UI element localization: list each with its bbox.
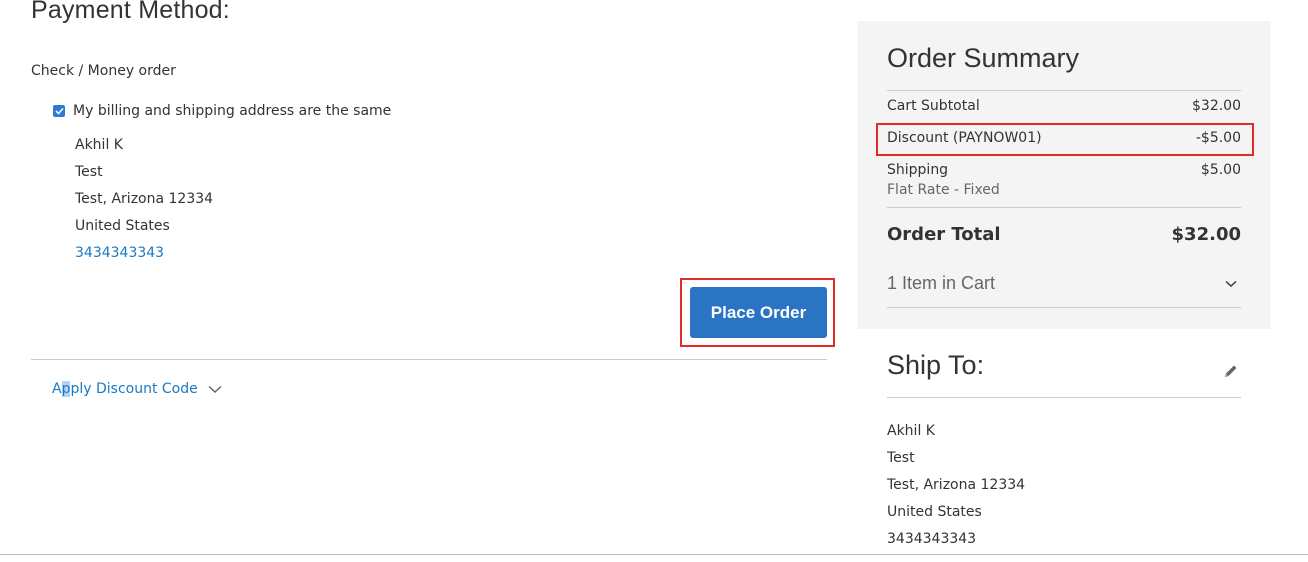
- ship-to-title: Ship To:: [887, 350, 985, 380]
- billing-country: United States: [75, 218, 170, 234]
- payment-method-label: Check / Money order: [31, 63, 176, 79]
- cart-subtotal-row: Cart Subtotal $32.00: [887, 98, 1241, 114]
- order-summary-title: Order Summary: [887, 43, 1080, 73]
- billing-phone-link[interactable]: 3434343343: [75, 245, 164, 261]
- ship-name: Akhil K: [887, 423, 935, 439]
- ship-street: Test: [887, 450, 915, 466]
- divider: [887, 207, 1241, 208]
- order-total-row: Order Total $32.00: [887, 224, 1241, 245]
- row-label: Cart Subtotal: [887, 98, 980, 114]
- billing-name: Akhil K: [75, 137, 123, 153]
- label-part: ply Discount Code: [70, 381, 198, 397]
- place-order-button[interactable]: Place Order: [690, 287, 827, 338]
- billing-city-region-zip: Test, Arizona 12334: [75, 191, 214, 207]
- payment-method-title: Payment Method:: [31, 0, 230, 24]
- chevron-down-icon: [208, 385, 222, 393]
- divider: [887, 307, 1241, 308]
- apply-discount-code-toggle[interactable]: Apply Discount Code: [52, 381, 222, 397]
- edit-shipping-button[interactable]: [1223, 363, 1239, 383]
- divider: [887, 90, 1241, 91]
- order-total-label: Order Total: [887, 224, 1001, 245]
- order-total-value: $32.00: [1171, 224, 1241, 245]
- divider: [31, 359, 827, 360]
- same-address-checkbox-row[interactable]: My billing and shipping address are the …: [53, 103, 391, 119]
- ship-country: United States: [887, 504, 982, 520]
- shipping-method-row: Flat Rate - Fixed: [887, 182, 1241, 198]
- check-icon: [54, 107, 64, 115]
- divider: [887, 397, 1241, 398]
- shipping-method: Flat Rate - Fixed: [887, 182, 1000, 198]
- ship-city-region-zip: Test, Arizona 12334: [887, 477, 1026, 493]
- billing-street: Test: [75, 164, 103, 180]
- shipping-row: Shipping $5.00: [887, 162, 1241, 178]
- chevron-down-icon: [1225, 280, 1237, 287]
- same-address-checkbox[interactable]: [53, 105, 65, 117]
- row-label: Shipping: [887, 162, 949, 178]
- items-in-cart-toggle[interactable]: 1 Item in Cart: [887, 273, 1241, 294]
- row-value: $5.00: [1200, 162, 1241, 178]
- apply-discount-code-label: Apply Discount Code: [52, 381, 198, 397]
- pencil-icon: [1225, 365, 1237, 377]
- discount-row: Discount (PAYNOW01) -$5.00: [887, 130, 1241, 146]
- row-label: Discount (PAYNOW01): [887, 130, 1042, 146]
- items-in-cart-label: 1 Item in Cart: [887, 273, 996, 293]
- row-value: -$5.00: [1195, 130, 1241, 146]
- same-address-label: My billing and shipping address are the …: [73, 103, 392, 119]
- footer-divider: [0, 554, 1308, 555]
- label-part: A: [52, 381, 62, 397]
- row-value: $32.00: [1192, 98, 1241, 114]
- ship-phone-link[interactable]: 3434343343: [887, 531, 976, 547]
